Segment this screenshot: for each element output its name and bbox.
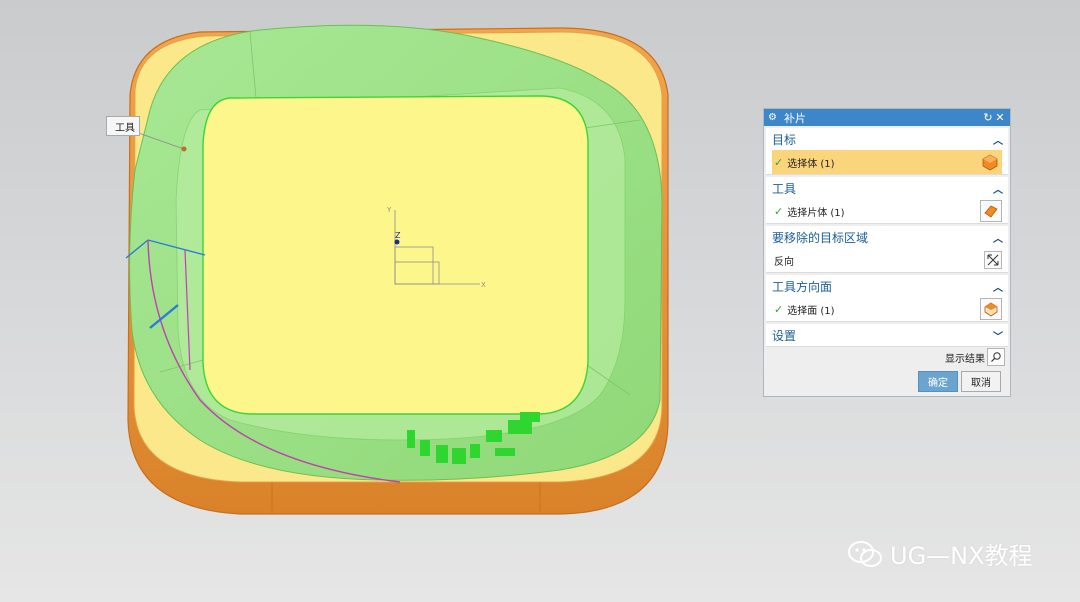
- select-sheet-row[interactable]: ✓ 选择片体 (1): [766, 199, 1008, 223]
- gear-icon[interactable]: ⚙: [768, 112, 780, 123]
- select-face-icon[interactable]: [980, 298, 1002, 320]
- top-face: [202, 95, 589, 415]
- reverse-direction-icon[interactable]: [984, 251, 1002, 269]
- axis-y-label: Y: [386, 206, 392, 214]
- close-icon[interactable]: ✕: [994, 111, 1006, 124]
- check-icon: ✓: [774, 155, 784, 169]
- origin-marker: [394, 239, 400, 245]
- chevron-down-icon[interactable]: ﹀: [993, 328, 1003, 343]
- reset-icon[interactable]: ↻: [982, 111, 994, 124]
- watermark-text: UG—NX教程: [890, 542, 1033, 570]
- dialog-title-bar[interactable]: ⚙ 补片 ↻ ✕: [764, 109, 1010, 126]
- section-tool-header[interactable]: 工具 ︿: [766, 177, 1008, 199]
- cancel-button[interactable]: 取消: [961, 371, 1001, 392]
- select-body-label: 选择体 (1): [787, 158, 835, 170]
- tool-tag-anchor: [181, 146, 187, 152]
- watermark: UG—NX教程: [846, 536, 1033, 571]
- axis-x-label: X: [481, 281, 486, 289]
- patch-dialog: ⚙ 补片 ↻ ✕ 目标 ︿ ✓ 选择体 (1) 工具 ︿ ✓ 选择片体 (1) …: [763, 108, 1011, 397]
- dialog-buttons: 确定 取消: [918, 371, 1001, 392]
- select-face-label: 选择面 (1): [787, 305, 835, 317]
- show-result-label: 显示结果: [945, 353, 985, 365]
- sheet-body-icon[interactable]: [980, 200, 1002, 222]
- section-remove-region: 要移除的目标区域 ︿ 反向: [766, 226, 1008, 273]
- section-remove-region-header[interactable]: 要移除的目标区域 ︿: [766, 226, 1008, 248]
- ok-button[interactable]: 确定: [918, 371, 958, 392]
- section-settings-title: 设置: [772, 328, 797, 343]
- show-result[interactable]: 显示结果: [945, 348, 1005, 366]
- section-target-header[interactable]: 目标 ︿: [766, 128, 1008, 150]
- magnifier-icon[interactable]: [987, 348, 1005, 366]
- dialog-title: 补片: [784, 111, 806, 125]
- section-tool-direction-face-title: 工具方向面: [772, 279, 833, 294]
- select-face-row[interactable]: ✓ 选择面 (1): [766, 297, 1008, 321]
- wechat-icon: [848, 540, 882, 567]
- chevron-up-icon[interactable]: ︿: [993, 230, 1003, 245]
- check-icon: ✓: [774, 302, 784, 316]
- axis-z-label: Z: [395, 231, 401, 240]
- solid-body-icon[interactable]: [980, 152, 1000, 172]
- chevron-up-icon[interactable]: ︿: [993, 279, 1003, 294]
- check-icon: ✓: [774, 204, 784, 218]
- chevron-up-icon[interactable]: ︿: [993, 132, 1003, 147]
- section-settings-header[interactable]: 设置 ﹀: [766, 324, 1008, 346]
- section-tool-direction-face-header[interactable]: 工具方向面 ︿: [766, 275, 1008, 297]
- section-target-title: 目标: [772, 132, 797, 147]
- section-settings: 设置 ﹀: [766, 324, 1008, 347]
- select-sheet-label: 选择片体 (1): [787, 207, 845, 219]
- reverse-row[interactable]: 反向: [766, 248, 1008, 272]
- section-tool-direction-face: 工具方向面 ︿ ✓ 选择面 (1): [766, 275, 1008, 322]
- section-tool-title: 工具: [772, 181, 797, 196]
- tool-tag: 工具: [106, 116, 140, 136]
- section-target: 目标 ︿ ✓ 选择体 (1): [766, 128, 1008, 175]
- select-body-row[interactable]: ✓ 选择体 (1): [772, 150, 1002, 174]
- chevron-up-icon[interactable]: ︿: [993, 181, 1003, 196]
- reverse-label: 反向: [774, 256, 794, 268]
- section-remove-region-title: 要移除的目标区域: [772, 230, 869, 245]
- section-tool: 工具 ︿ ✓ 选择片体 (1): [766, 177, 1008, 224]
